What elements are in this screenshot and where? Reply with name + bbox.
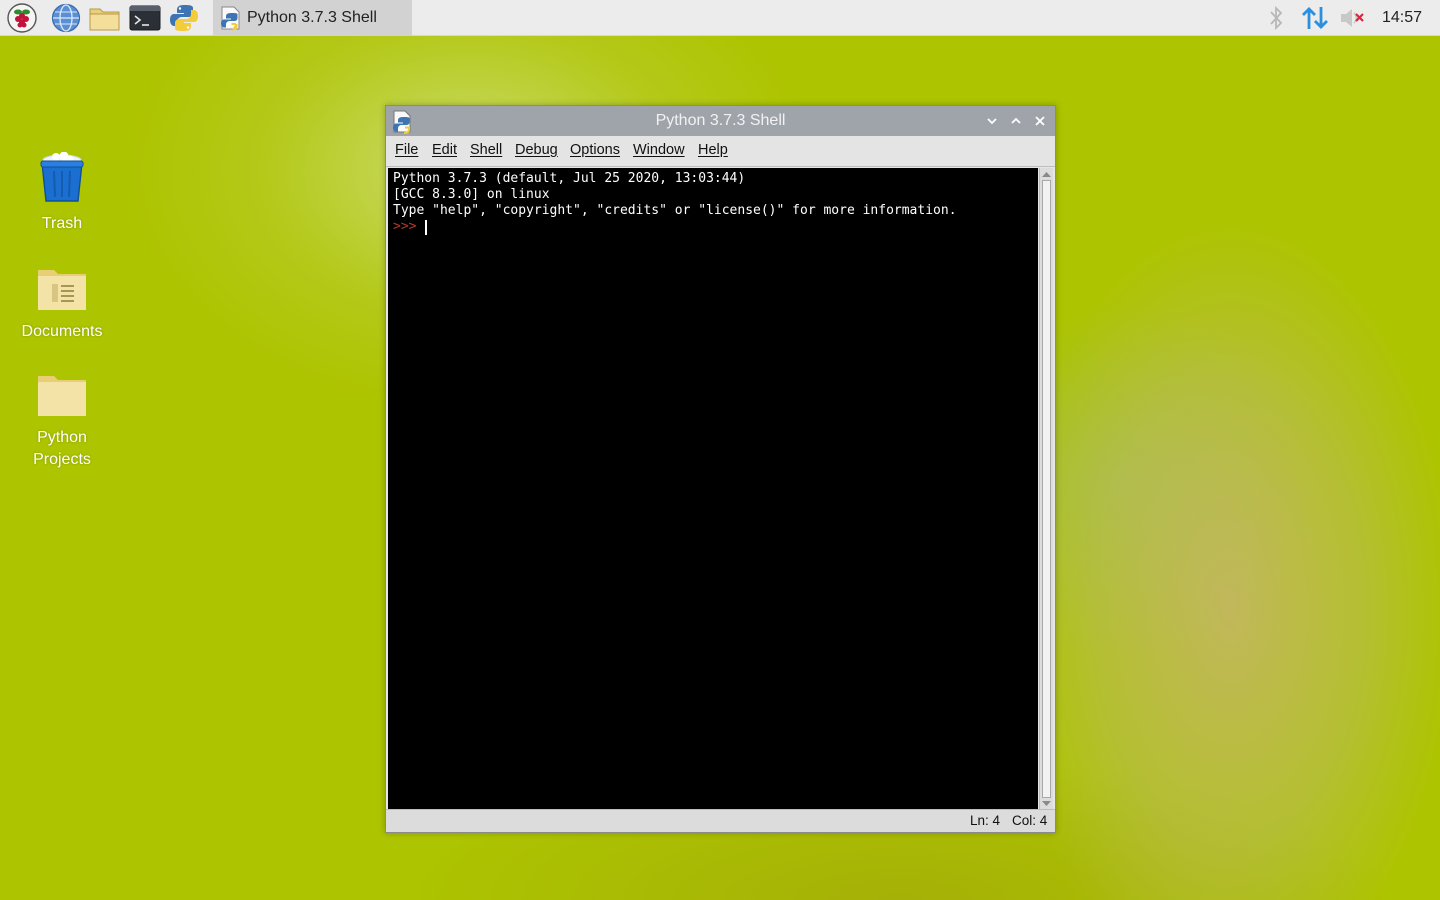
taskbar: Python 3.7.3 Shell 14:57 — [0, 0, 1440, 36]
chevron-down-icon — [986, 115, 998, 127]
shell-output-line: Python 3.7.3 (default, Jul 25 2020, 13:0… — [393, 171, 746, 186]
trash-icon — [38, 151, 86, 209]
scroll-down-arrow-icon[interactable] — [1041, 799, 1052, 809]
volume-muted-icon[interactable] — [1336, 2, 1370, 34]
desktop-icon-label: Documents — [21, 323, 103, 340]
chevron-up-icon — [1010, 115, 1022, 127]
desktop-icon-label: Trash — [41, 215, 83, 232]
scroll-up-arrow-icon[interactable] — [1041, 169, 1052, 179]
status-col: Col: 4 — [1012, 813, 1048, 828]
text-cursor — [425, 219, 428, 235]
clock[interactable]: 14:57 — [1382, 9, 1422, 27]
status-bar: Ln: 4 Col: 4 — [386, 809, 1055, 832]
scrollbar-thumb[interactable] — [1042, 180, 1051, 798]
shell-text-area[interactable]: Python 3.7.3 (default, Jul 25 2020, 13:0… — [388, 168, 1038, 810]
raspberry-menu-icon[interactable] — [5, 2, 39, 34]
network-updown-icon[interactable] — [1298, 2, 1332, 34]
menu-help[interactable]: Help — [698, 142, 728, 158]
terminal-icon[interactable] — [128, 2, 162, 34]
file-manager-icon[interactable] — [88, 2, 122, 34]
web-browser-icon[interactable] — [49, 2, 83, 34]
shell-prompt-line: >>> — [393, 219, 1038, 235]
python-idle-icon[interactable] — [167, 2, 201, 34]
menu-window[interactable]: Window — [633, 142, 685, 158]
menu-file[interactable]: File — [395, 142, 418, 158]
window-title: Python 3.7.3 Shell — [655, 112, 786, 129]
status-line: Ln: 4 — [970, 813, 1001, 828]
shell-output-line: Type "help", "copyright", "credits" or "… — [393, 203, 957, 218]
vertical-scrollbar[interactable] — [1039, 168, 1053, 810]
taskbar-window-python-shell[interactable]: Python 3.7.3 Shell — [213, 0, 412, 36]
close-button[interactable] — [1031, 112, 1049, 130]
menubar: File Edit Shell Debug Options Window Hel… — [386, 136, 1055, 167]
documents-folder-icon — [36, 266, 88, 317]
taskbar-window-label: Python 3.7.3 Shell — [247, 9, 377, 26]
bluetooth-icon[interactable] — [1259, 2, 1293, 34]
window-titlebar[interactable]: Python 3.7.3 Shell — [386, 106, 1055, 136]
minimize-button[interactable] — [983, 112, 1001, 130]
menu-debug[interactable]: Debug — [515, 142, 558, 158]
menu-edit[interactable]: Edit — [432, 142, 457, 158]
folder-icon — [36, 372, 88, 423]
maximize-button[interactable] — [1007, 112, 1025, 130]
desktop-icon-python-projects[interactable]: Python Projects — [12, 372, 112, 471]
menu-shell[interactable]: Shell — [470, 142, 502, 158]
python-idle-icon — [219, 5, 243, 31]
desktop-icon-documents[interactable]: Documents — [12, 266, 112, 343]
desktop-icon-label: Python Projects — [33, 429, 91, 468]
menu-options[interactable]: Options — [570, 142, 620, 158]
shell-output-line: [GCC 8.3.0] on linux — [393, 187, 550, 202]
shell-prompt: >>> — [393, 219, 417, 234]
python-shell-window: Python 3.7.3 Shell File Edit Shell Debug… — [385, 105, 1056, 833]
desktop-icon-trash[interactable]: Trash — [12, 151, 112, 235]
close-icon — [1034, 115, 1046, 127]
